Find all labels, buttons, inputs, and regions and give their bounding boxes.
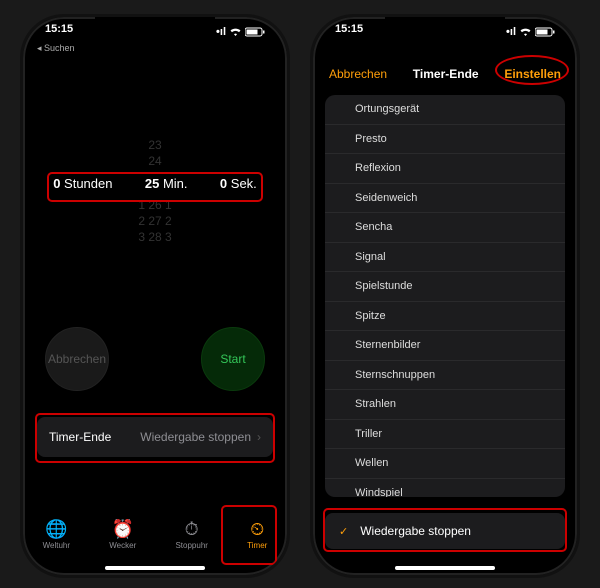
timer-end-row[interactable]: Timer-Ende Wiedergabe stoppen › <box>37 417 273 457</box>
sound-item[interactable]: Ortungsgerät <box>325 95 565 125</box>
tab-bar: 🌐Weltuhr ⏰Wecker ⏱Stoppuhr ⏲Timer <box>23 507 287 563</box>
sound-item[interactable]: Signal <box>325 243 565 273</box>
sound-item[interactable]: Seidenweich <box>325 184 565 214</box>
nav-title: Timer-Ende <box>413 67 479 81</box>
check-icon: ✓ <box>339 525 348 538</box>
tab-timer[interactable]: ⏲Timer <box>247 520 267 550</box>
tab-stopwatch[interactable]: ⏱Stoppuhr <box>175 520 207 550</box>
notch <box>385 17 505 39</box>
wifi-icon <box>519 27 532 37</box>
sound-item[interactable]: Sternenbilder <box>325 331 565 361</box>
cancel-button[interactable]: Abbrechen <box>45 327 109 391</box>
phone-sound-picker: 15:15 •ıl Abbrechen Timer-Ende Einstelle… <box>310 14 580 578</box>
sound-item[interactable]: Windspiel <box>325 479 565 498</box>
notch <box>95 17 215 39</box>
home-indicator[interactable] <box>105 566 205 570</box>
timer-end-value: Wiedergabe stoppen <box>140 430 251 444</box>
status-icons: •ıl <box>506 23 555 41</box>
sound-item[interactable]: Presto <box>325 125 565 155</box>
phone-timer: 15:15 •ıl ◂ Suchen 23 24 0 Stunden 25 Mi… <box>20 14 290 578</box>
alarm-icon: ⏰ <box>112 520 134 538</box>
globe-icon: 🌐 <box>45 520 67 538</box>
status-time: 15:15 <box>45 23 73 41</box>
time-picker[interactable]: 23 24 0 Stunden 25 Min. 0 Sek. 1 26 1 2 … <box>37 137 273 257</box>
tab-world-clock[interactable]: 🌐Weltuhr <box>43 520 70 550</box>
sound-item[interactable]: Reflexion <box>325 154 565 184</box>
picker-above: 23 24 <box>37 137 273 169</box>
sound-item[interactable]: Strahlen <box>325 390 565 420</box>
nav-save[interactable]: Einstellen <box>504 67 561 81</box>
stopwatch-icon: ⏱ <box>185 520 199 538</box>
signal-icon: •ıl <box>216 26 226 38</box>
stop-playback-label: Wiedergabe stoppen <box>360 524 471 538</box>
sound-item[interactable]: Wellen <box>325 449 565 479</box>
wifi-icon <box>229 27 242 37</box>
picker-selected-row: 0 Stunden 25 Min. 0 Sek. <box>37 169 273 197</box>
sound-item[interactable]: Spielstunde <box>325 272 565 302</box>
nav-cancel[interactable]: Abbrechen <box>329 67 387 81</box>
timer-icon: ⏲ <box>250 520 264 538</box>
chevron-right-icon: › <box>257 430 261 444</box>
battery-icon <box>245 27 265 37</box>
sound-item[interactable]: Triller <box>325 420 565 450</box>
home-indicator[interactable] <box>395 566 495 570</box>
sound-list[interactable]: OrtungsgerätPrestoReflexionSeidenweichSe… <box>325 95 565 497</box>
back-link[interactable]: ◂ Suchen <box>37 43 75 54</box>
battery-icon <box>535 27 555 37</box>
status-icons: •ıl <box>216 23 265 41</box>
nav-bar: Abbrechen Timer-Ende Einstellen <box>313 59 577 89</box>
signal-icon: •ıl <box>506 26 516 38</box>
sound-item[interactable]: Sternschnuppen <box>325 361 565 391</box>
sound-item[interactable]: Spitze <box>325 302 565 332</box>
tab-alarm[interactable]: ⏰Wecker <box>109 520 136 550</box>
picker-below: 1 26 1 2 27 2 3 28 3 <box>37 197 273 245</box>
timer-end-label: Timer-Ende <box>49 430 111 444</box>
stop-playback-row[interactable]: ✓ Wiedergabe stoppen <box>325 513 565 549</box>
sound-item[interactable]: Sencha <box>325 213 565 243</box>
start-button[interactable]: Start <box>201 327 265 391</box>
status-time: 15:15 <box>335 23 363 41</box>
